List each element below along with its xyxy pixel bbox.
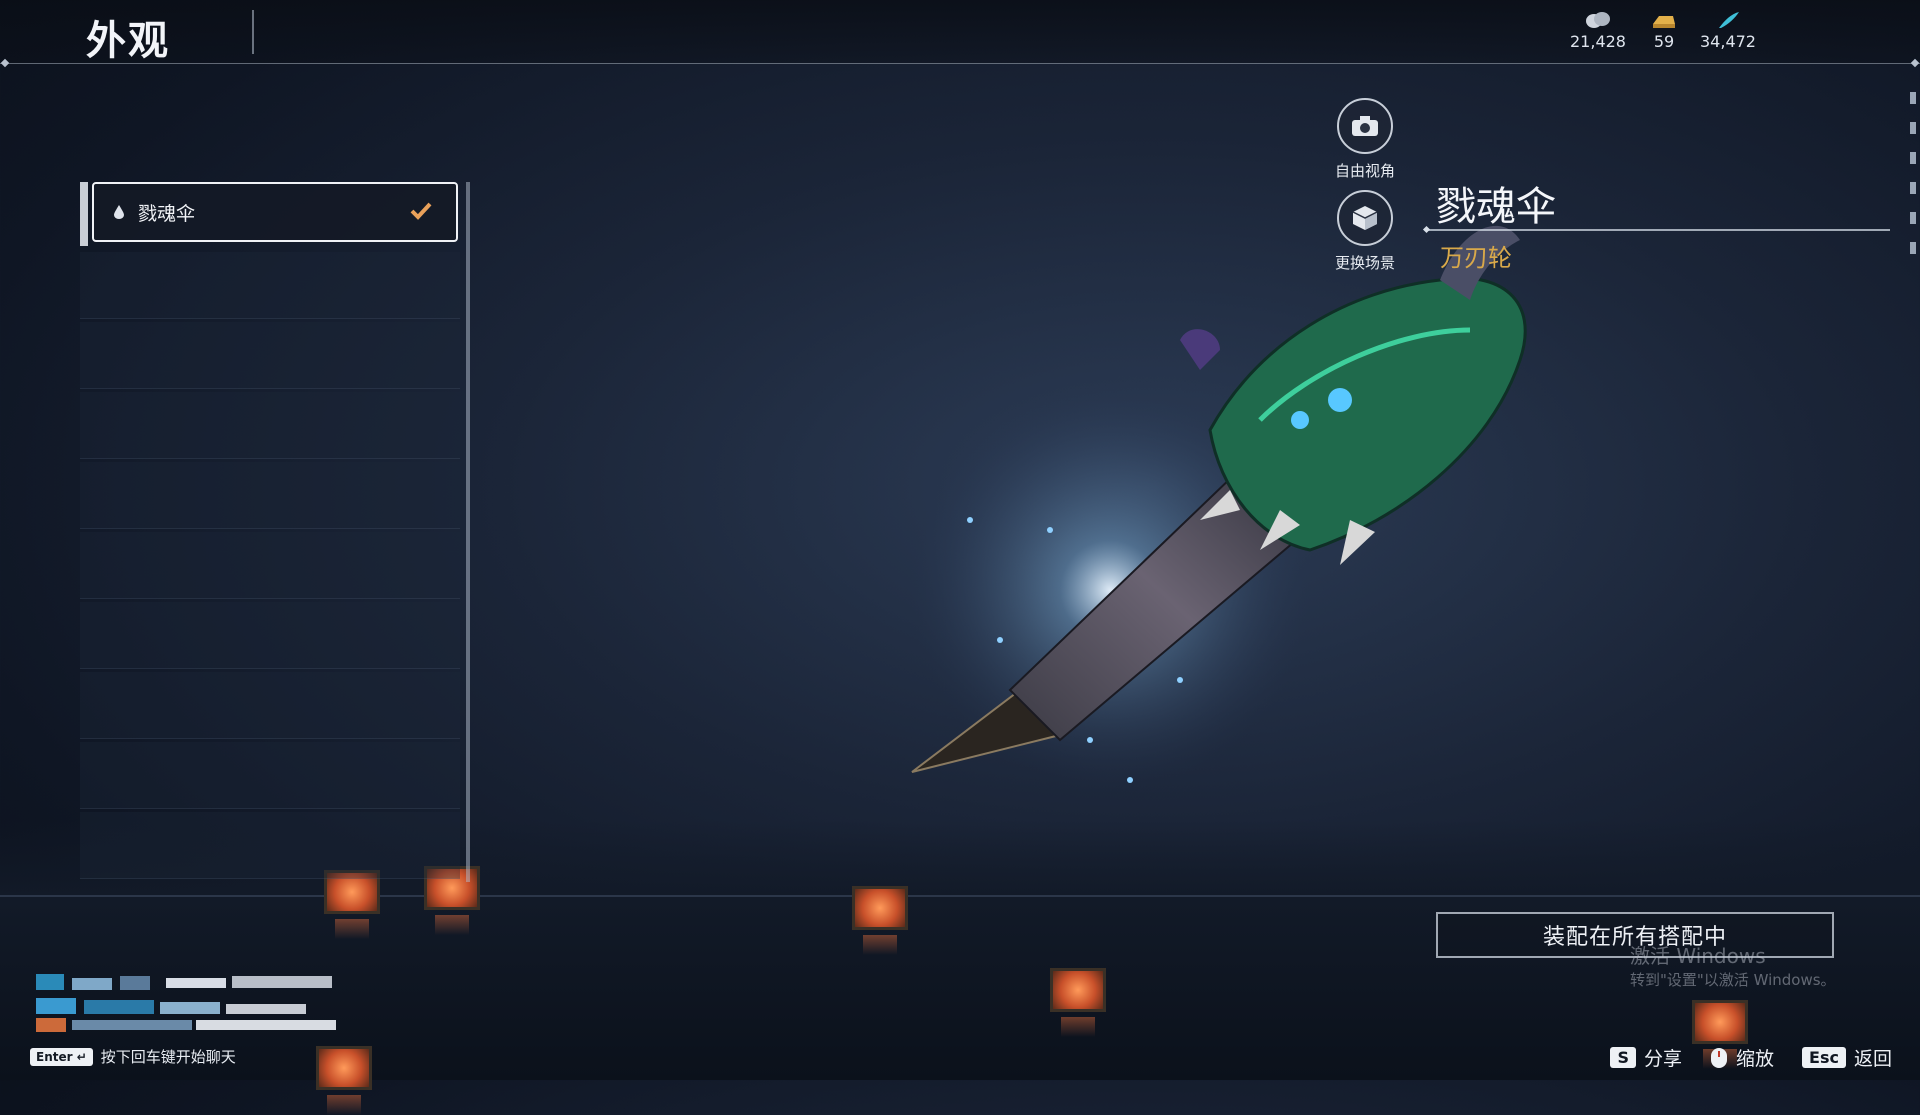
currency-feather-value: 34,472	[1700, 32, 1756, 51]
item-name: 戮魂伞	[1436, 184, 1556, 230]
watermark-line2: 转到"设置"以激活 Windows。	[1630, 971, 1836, 989]
list-item-selected[interactable]: 戮魂伞	[92, 182, 458, 242]
change-scene-button[interactable]: 更换场景	[1315, 190, 1415, 273]
list-slot	[80, 532, 460, 599]
currency-silver-value: 21,428	[1570, 32, 1626, 51]
free-view-label: 自由视角	[1334, 162, 1395, 180]
windows-activation-watermark: 激活 Windows 转到"设置"以激活 Windows。	[1630, 944, 1836, 992]
list-slot	[80, 672, 460, 739]
gold-ingot-icon	[1653, 16, 1675, 28]
feather-icon	[1719, 12, 1739, 28]
chat-hint-text: 按下回车键开始聊天	[100, 1048, 236, 1066]
currency-feather: 34,472	[1688, 10, 1768, 51]
mouse-scroll-icon	[1711, 1047, 1728, 1068]
share-label: 分享	[1644, 1048, 1683, 1070]
back-key: Esc	[1802, 1047, 1846, 1068]
list-item-label: 戮魂伞	[138, 202, 196, 225]
list-slot	[80, 322, 460, 389]
share-key: S	[1610, 1047, 1637, 1068]
list-slot	[80, 392, 460, 459]
share-hotkey[interactable]: S 分享	[1610, 1044, 1682, 1071]
appearance-list: 戮魂伞	[80, 182, 470, 882]
free-view-button[interactable]: 自由视角	[1315, 98, 1415, 181]
zoom-label: 缩放	[1736, 1048, 1775, 1070]
list-scrollbar[interactable]	[466, 182, 470, 882]
chat-messages-redacted	[36, 974, 336, 1032]
weapon-preview-image[interactable]	[880, 220, 1640, 800]
silver-coin-icon	[1586, 12, 1610, 28]
list-slot	[80, 602, 460, 669]
item-type: 万刃轮	[1440, 244, 1512, 272]
currency-gold-value: 59	[1653, 32, 1675, 51]
top-divider-line	[0, 63, 1920, 64]
back-hotkey[interactable]: Esc 返回	[1802, 1044, 1892, 1071]
lantern-decoration	[1692, 1000, 1748, 1069]
zoom-hotkey[interactable]: 缩放	[1710, 1044, 1774, 1071]
change-scene-label: 更换场景	[1334, 254, 1395, 272]
page-title: 外观	[86, 18, 170, 64]
enter-key-label: Enter	[36, 1049, 73, 1064]
cube-icon	[1337, 190, 1393, 246]
list-slot	[80, 252, 460, 319]
item-divider	[1428, 229, 1890, 231]
top-bar: 外观 21,428 59 34,472	[0, 0, 1920, 64]
back-label: 返回	[1853, 1048, 1892, 1070]
list-slot	[80, 462, 460, 529]
watermark-line1: 激活 Windows	[1630, 944, 1766, 968]
lantern-decoration	[316, 1046, 372, 1115]
right-scroll-indicator	[1910, 92, 1916, 282]
list-slot	[80, 742, 460, 809]
selected-indicator	[80, 182, 88, 246]
horizon-line	[0, 895, 1920, 897]
camera-icon	[1337, 98, 1393, 154]
lantern-decoration	[1050, 968, 1106, 1037]
checkmark-icon	[410, 202, 432, 220]
lantern-decoration	[852, 886, 908, 955]
chat-hint[interactable]: Enter ↵ 按下回车键开始聊天	[30, 1046, 236, 1067]
hotkey-bar: S 分享 缩放 Esc 返回	[1582, 1044, 1892, 1071]
enter-key-badge: Enter ↵	[30, 1047, 93, 1066]
title-divider	[252, 10, 254, 54]
droplet-icon	[114, 205, 124, 219]
list-slot	[80, 812, 460, 879]
